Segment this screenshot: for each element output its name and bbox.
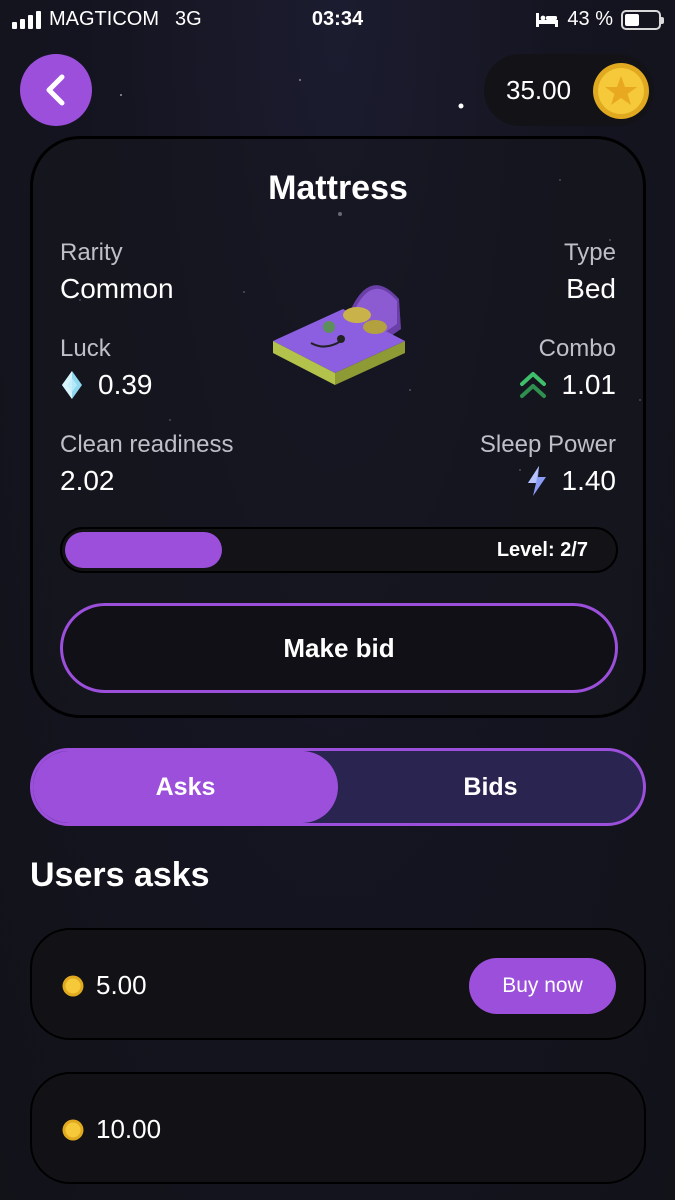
balance-display: 35.00 [484, 54, 654, 126]
rarity-value: Common [60, 273, 174, 304]
sleep-power-label: Sleep Power [479, 431, 616, 458]
luck-value: 0.39 [98, 369, 153, 400]
ask-price-value: 10.00 [96, 1114, 162, 1144]
level-progress-bar: Level: 2/7 [60, 527, 618, 573]
tab-bids[interactable]: Bids [338, 751, 643, 823]
ask-price: 5.00 [62, 970, 147, 1001]
clean-readiness-value: 2.02 [60, 465, 115, 496]
combo-value: 1.01 [561, 369, 617, 400]
item-name: Mattress [268, 169, 408, 207]
ask-row: 10.00 [30, 1072, 646, 1184]
balance-value: 35.00 [506, 74, 572, 105]
back-button[interactable] [20, 54, 92, 126]
clean-readiness-label: Clean readiness [60, 431, 234, 458]
item-card: Mattress Rarity Common Type Bed Luck 0.3… [30, 136, 646, 718]
ask-row: 5.00 Buy now [30, 928, 646, 1040]
sleep-power-value: 1.40 [561, 465, 617, 496]
level-progress-fill [65, 532, 222, 568]
combo-label: Combo [538, 335, 616, 362]
battery-icon [621, 9, 664, 30]
battery-percent: 43 % [567, 8, 613, 30]
type-label: Type [563, 239, 616, 266]
double-chevron-up-icon [519, 372, 546, 398]
asks-bids-tabs: Asks Bids [30, 748, 646, 826]
ask-price-value: 5.00 [96, 970, 147, 1000]
type-value: Bed [566, 273, 616, 304]
tab-asks[interactable]: Asks [33, 751, 338, 823]
make-bid-button[interactable]: Make bid [60, 603, 618, 693]
bed-icon [536, 12, 559, 27]
luck-label: Luck [60, 335, 111, 362]
mattress-image [273, 285, 405, 385]
buy-now-button[interactable]: Buy now [469, 958, 616, 1014]
combo-stat: 1.01 [518, 369, 617, 401]
level-text: Level: 2/7 [496, 539, 588, 561]
star-coin-icon [593, 63, 649, 119]
sleep-power-stat: 1.40 [526, 465, 617, 497]
ask-price: 10.00 [62, 1114, 161, 1145]
diamond-icon [62, 371, 82, 399]
status-bar: MAGTICOM 3G 03:34 43 % [0, 0, 675, 38]
coin-icon [62, 975, 84, 996]
lightning-icon [527, 466, 546, 496]
section-title: Users asks [30, 856, 210, 894]
rarity-label: Rarity [60, 239, 123, 266]
coin-icon [62, 1119, 84, 1140]
luck-stat: 0.39 [60, 369, 153, 401]
chevron-left-icon [46, 74, 65, 106]
